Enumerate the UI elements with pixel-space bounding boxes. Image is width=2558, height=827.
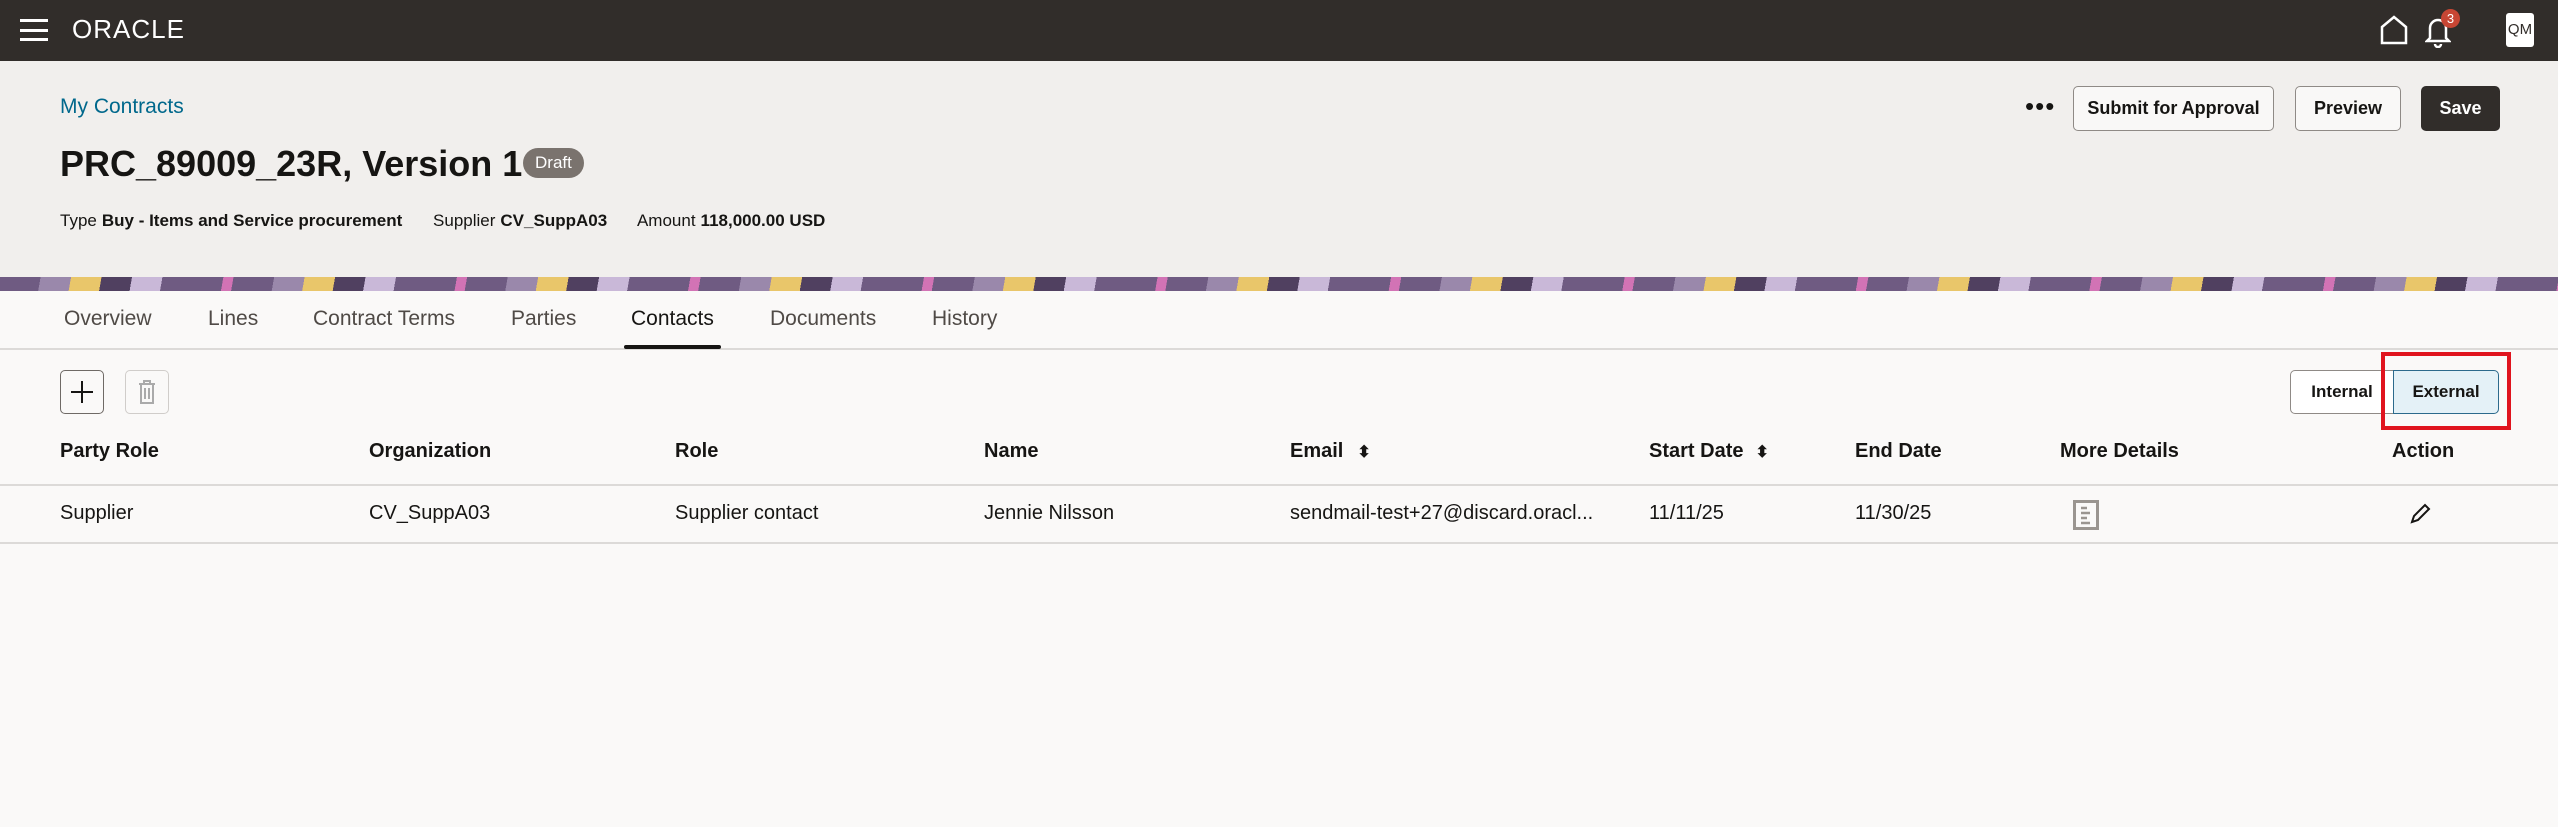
menu-icon[interactable] — [20, 19, 48, 41]
meta-label: Type — [60, 211, 97, 230]
column-header-role: Role — [675, 440, 719, 462]
cell-end-date: 11/30/25 — [1855, 502, 1932, 524]
breadcrumb-my-contracts[interactable]: My Contracts — [60, 95, 184, 119]
cell-role: Supplier contact — [675, 502, 819, 524]
tab-parties[interactable]: Parties — [511, 307, 576, 331]
divider — [0, 542, 2558, 544]
notification-badge: 3 — [2441, 9, 2460, 28]
plus-icon — [71, 381, 93, 403]
tab-contacts[interactable]: Contacts — [624, 307, 721, 349]
save-button[interactable]: Save — [2421, 86, 2500, 131]
highlight-box — [2381, 352, 2511, 430]
sort-icon[interactable]: ⬍ — [1357, 444, 1370, 461]
preview-button[interactable]: Preview — [2295, 86, 2401, 131]
meta-value: Buy - Items and Service procurement — [101, 211, 403, 230]
meta-label: Amount — [636, 211, 696, 230]
column-header-label: Email — [1290, 440, 1344, 462]
column-header-organization: Organization — [369, 440, 492, 462]
cell-name: Jennie Nilsson — [984, 502, 1115, 524]
cell-party-role: Supplier — [60, 502, 134, 524]
more-actions-button[interactable]: ••• — [2025, 93, 2055, 119]
delete-contact-button[interactable] — [125, 370, 169, 414]
top-bar: ORACLE 3 QM — [0, 0, 2558, 61]
tab-documents[interactable]: Documents — [770, 307, 876, 331]
tab-bar: Overview Lines Contract Terms Parties Co… — [0, 291, 2558, 350]
avatar[interactable]: QM — [2506, 13, 2534, 47]
column-header-email[interactable]: Email ⬍ — [1290, 440, 1371, 463]
oracle-logo[interactable]: ORACLE — [72, 14, 185, 45]
add-contact-button[interactable] — [60, 370, 104, 414]
home-icon[interactable] — [2380, 15, 2408, 45]
cell-organization: CV_SuppA03 — [369, 502, 491, 524]
column-header-party-role: Party Role — [60, 440, 159, 462]
column-header-more-details: More Details — [2060, 440, 2179, 462]
edit-pencil-icon[interactable] — [2409, 503, 2431, 525]
divider — [0, 484, 2558, 486]
column-header-end-date: End Date — [1855, 440, 1942, 462]
cell-email: sendmail-test+27@discard.oracl... — [1290, 502, 1594, 524]
contract-meta: Type Buy - Items and Service procurement … — [60, 211, 851, 231]
more-details-icon[interactable] — [2073, 500, 2099, 530]
tab-contract-terms[interactable]: Contract Terms — [313, 307, 455, 331]
decorative-banner — [0, 277, 2558, 291]
submit-for-approval-button[interactable]: Submit for Approval — [2073, 86, 2274, 131]
page-title: PRC_89009_23R, Version 1 — [60, 143, 523, 184]
column-header-action: Action — [2392, 440, 2455, 462]
column-header-start-date[interactable]: Start Date ⬍ — [1649, 440, 1769, 463]
meta-label: Supplier — [433, 211, 496, 230]
status-badge: Draft — [523, 148, 584, 178]
tab-lines[interactable]: Lines — [208, 307, 258, 331]
cell-start-date: 11/11/25 — [1649, 502, 1724, 524]
meta-value: 118,000.00 USD — [700, 211, 826, 230]
internal-toggle[interactable]: Internal — [2290, 370, 2394, 414]
column-header-label: Start Date — [1649, 440, 1744, 462]
tab-overview[interactable]: Overview — [64, 307, 152, 331]
meta-value: CV_SuppA03 — [500, 211, 608, 230]
tab-history[interactable]: History — [932, 307, 997, 331]
column-header-name: Name — [984, 440, 1039, 462]
sort-icon[interactable]: ⬍ — [1755, 444, 1768, 461]
trash-icon — [139, 380, 155, 404]
